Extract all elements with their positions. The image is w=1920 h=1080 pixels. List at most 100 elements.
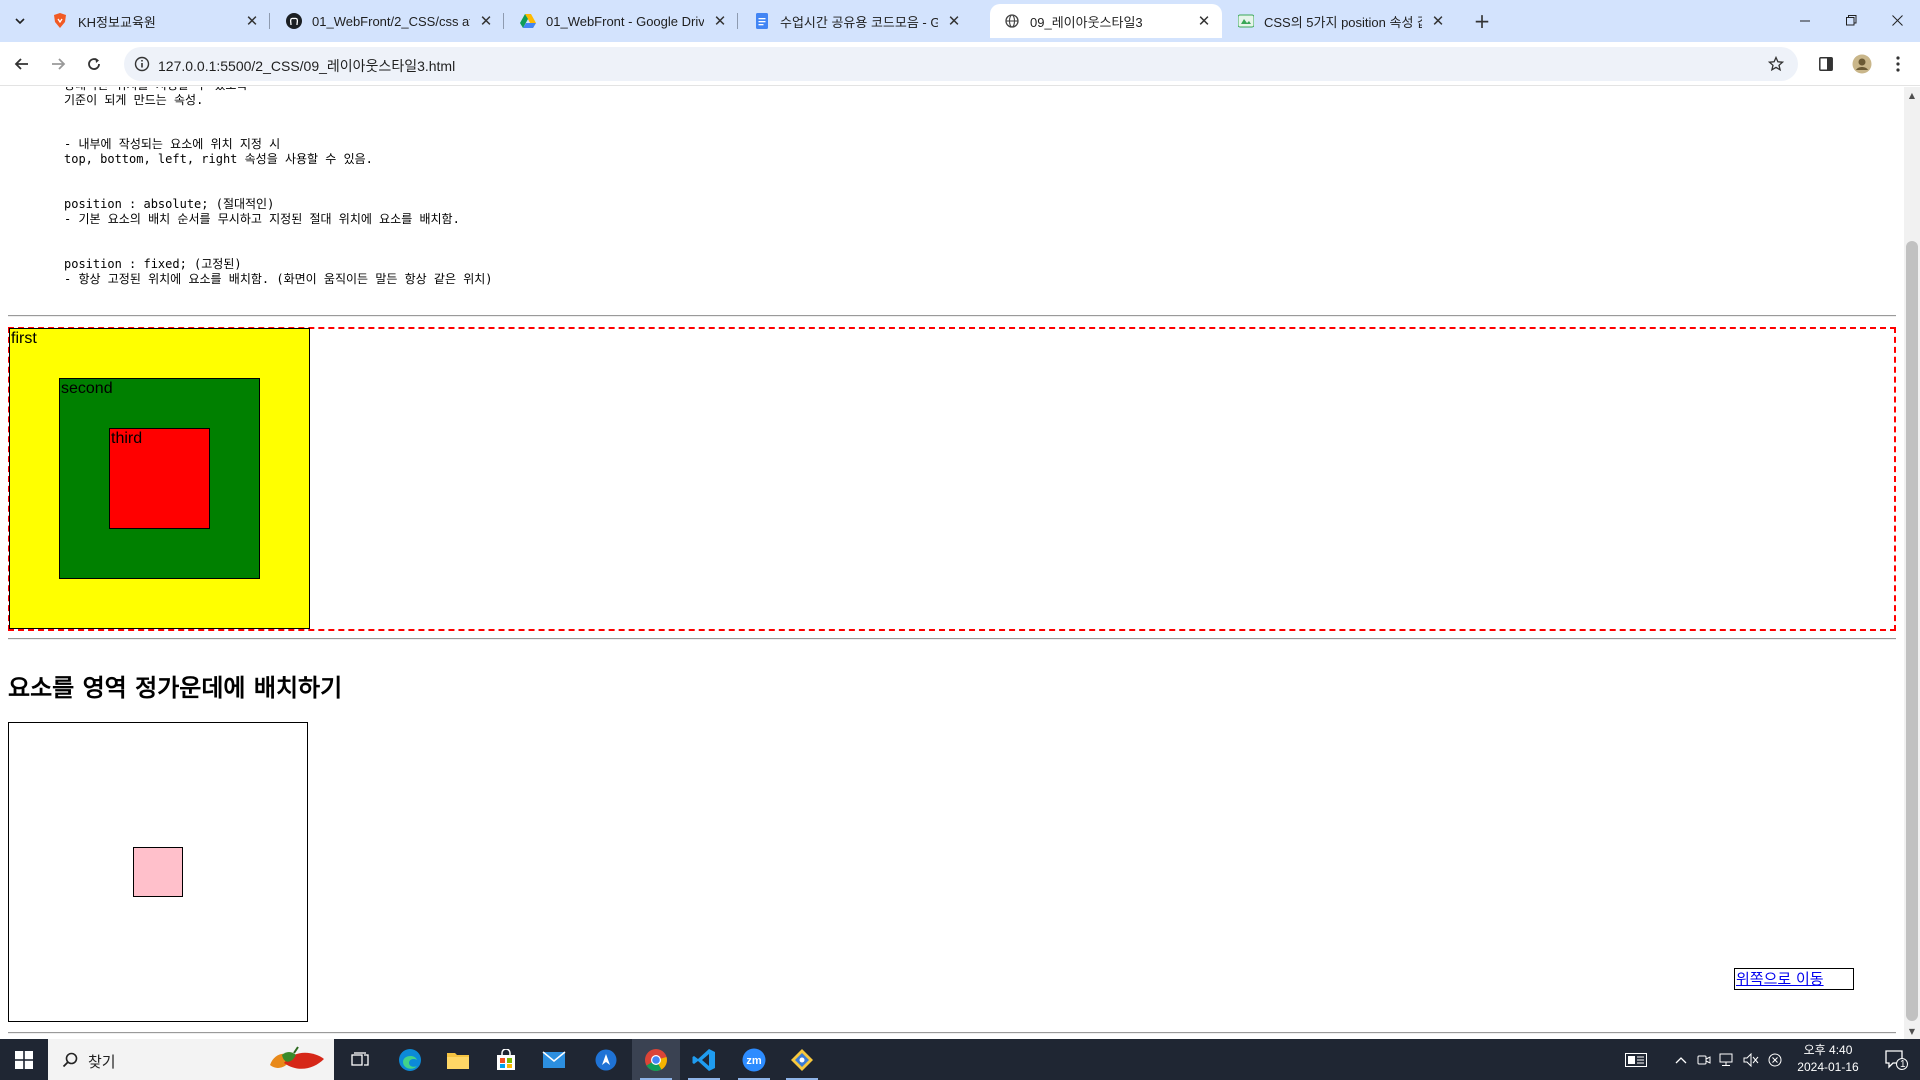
- taskbar-edge[interactable]: [386, 1039, 434, 1080]
- blue-arrow-app-icon: [595, 1049, 617, 1070]
- taskbar-zoom[interactable]: zm: [730, 1039, 778, 1080]
- clock-time: 오후 4:40: [1803, 1043, 1853, 1057]
- tab-layout-style-active[interactable]: 09_레이아웃스타일3 ✕: [990, 4, 1222, 38]
- taskbar-vscode[interactable]: [680, 1039, 728, 1080]
- minimize-button[interactable]: [1782, 0, 1828, 40]
- search-placeholder: 찾기: [88, 1054, 116, 1071]
- center-container-box: [8, 722, 308, 1022]
- tray-network[interactable]: [1716, 1039, 1738, 1080]
- tab-separator: [737, 13, 738, 29]
- camera-icon: [1697, 1055, 1711, 1064]
- taskbar-chrome[interactable]: [632, 1039, 680, 1080]
- third-box-label: third: [111, 430, 143, 447]
- chevron-down-icon: [15, 18, 25, 25]
- mail-icon: [542, 1050, 566, 1068]
- avatar-icon: [1852, 54, 1872, 74]
- notification-center-button[interactable]: 1: [1872, 1039, 1920, 1080]
- tab-title: 01_WebFront - Google Drive: [546, 13, 704, 29]
- windows-logo-icon: [15, 1050, 33, 1069]
- tab-separator: [503, 13, 504, 29]
- horizontal-rule: [8, 315, 1896, 317]
- address-bar[interactable]: 127.0.0.1:5500/2_CSS/09_레이아웃스타일3.html: [124, 47, 1798, 81]
- scroll-to-top-link[interactable]: 위쪽으로 이동: [1734, 968, 1854, 990]
- scroll-down-icon[interactable]: ▼: [1904, 1023, 1920, 1039]
- tab-close-icon[interactable]: ✕: [710, 11, 730, 31]
- note-absolute: position : absolute; (절대적인) - 기본 요소의 배치 …: [64, 197, 460, 226]
- tray-meeting[interactable]: [1694, 1039, 1714, 1080]
- centered-pink-box: [133, 847, 183, 897]
- tab-close-icon[interactable]: ✕: [1428, 11, 1448, 31]
- restore-button[interactable]: [1828, 0, 1874, 40]
- keyboard-icon: [1625, 1052, 1647, 1067]
- center-heading: 요소를 영역 정가운데에 배치하기: [8, 674, 343, 702]
- tab-close-icon[interactable]: ✕: [476, 11, 496, 31]
- taskbar-mail[interactable]: [530, 1039, 578, 1080]
- tab-google-drive[interactable]: 01_WebFront - Google Drive ✕: [506, 4, 738, 38]
- chili-pepper-icon: [270, 1046, 324, 1069]
- google-drive-icon: [520, 13, 536, 29]
- url-text: 127.0.0.1:5500/2_CSS/09_레이아웃스타일3.html: [158, 58, 456, 74]
- github-icon: [286, 13, 302, 29]
- taskbar-file-explorer[interactable]: [434, 1039, 482, 1080]
- google-docs-icon: [754, 13, 770, 29]
- back-button[interactable]: [8, 50, 36, 78]
- task-view-icon: [351, 1051, 369, 1066]
- scrollbar-thumb[interactable]: [1906, 241, 1918, 1021]
- taskbar-clock[interactable]: 오후 4:40 2024-01-16: [1790, 1042, 1866, 1076]
- tab-close-icon[interactable]: ✕: [242, 11, 262, 31]
- menu-button[interactable]: [1884, 50, 1912, 78]
- chevron-up-icon: [1675, 1056, 1687, 1063]
- page-viewport: 상대적인 위치를 지정할 수 있도록 기준이 되게 만드는 속성. - 내부에 …: [0, 87, 1904, 1039]
- third-box: third: [109, 428, 210, 529]
- arrow-left-icon: [14, 58, 28, 70]
- side-panel-button[interactable]: [1812, 50, 1840, 78]
- globe-icon: [1004, 13, 1020, 29]
- side-panel-icon: [1819, 57, 1833, 71]
- tab-close-icon[interactable]: ✕: [944, 11, 964, 31]
- reload-button[interactable]: [80, 50, 108, 78]
- tab-title: CSS의 5가지 position 속성 값: [1264, 14, 1422, 30]
- arrow-right-icon: [52, 58, 66, 70]
- tab-google-docs[interactable]: 수업시간 공유용 코드모음 - Google Docs ✕: [740, 4, 972, 38]
- taskbar-store[interactable]: [482, 1039, 530, 1080]
- tab-close-icon[interactable]: ✕: [1194, 11, 1214, 31]
- horizontal-rule: [8, 638, 1896, 640]
- reload-icon: [88, 58, 100, 70]
- taskbar-pinned-app[interactable]: [582, 1039, 630, 1080]
- tray-input-indicator[interactable]: [1618, 1039, 1654, 1080]
- tab-strip: KH정보교육원 ✕ 01_WebFront/2_CSS/css at main …: [0, 0, 1920, 42]
- close-icon: [1891, 14, 1903, 26]
- first-box-label: first: [11, 330, 37, 347]
- tab-title: 수업시간 공유용 코드모음 - Google Docs: [780, 14, 938, 30]
- taskbar-git-client[interactable]: [778, 1039, 826, 1080]
- site-info-icon[interactable]: [132, 54, 152, 74]
- note-relative-inner: - 내부에 작성되는 요소에 위치 지정 시 top, bottom, left…: [64, 137, 373, 166]
- vscode-icon: [692, 1048, 715, 1071]
- forward-button[interactable]: [44, 50, 72, 78]
- tray-status[interactable]: [1764, 1039, 1786, 1080]
- task-view-button[interactable]: [336, 1039, 384, 1080]
- new-tab-button[interactable]: +: [1470, 9, 1494, 33]
- tab-github[interactable]: 01_WebFront/2_CSS/css at main ✕: [272, 4, 504, 38]
- notification-count: 1: [1900, 1059, 1906, 1070]
- volume-muted-icon: [1743, 1052, 1759, 1067]
- start-button[interactable]: [0, 1039, 48, 1080]
- profile-button[interactable]: [1848, 50, 1876, 78]
- svg-text:zm: zm: [746, 1055, 762, 1067]
- tab-separator: [269, 13, 270, 29]
- page-scrollbar[interactable]: ▲ ▼: [1904, 87, 1920, 1039]
- close-window-button[interactable]: [1874, 0, 1920, 40]
- tray-overflow-button[interactable]: [1670, 1039, 1692, 1080]
- windows-taskbar: 찾기 zm 오후 4:40 2024-01-16 1: [0, 1039, 1920, 1080]
- network-icon: [1719, 1053, 1733, 1066]
- scroll-up-icon[interactable]: ▲: [1904, 87, 1920, 103]
- edge-icon: [399, 1048, 421, 1071]
- tab-search-button[interactable]: [8, 9, 32, 33]
- tab-kh[interactable]: KH정보교육원 ✕: [38, 4, 270, 38]
- bookmark-star-icon[interactable]: [1766, 54, 1786, 74]
- tab-title: KH정보교육원: [78, 14, 156, 30]
- taskbar-search[interactable]: 찾기: [48, 1039, 334, 1080]
- tab-css-position[interactable]: CSS의 5가지 position 속성 값 ✕: [1224, 4, 1456, 38]
- note-relative-reference: 상대적인 위치를 지정할 수 있도록 기준이 되게 만드는 속성.: [64, 87, 247, 107]
- tray-volume[interactable]: [1740, 1039, 1762, 1080]
